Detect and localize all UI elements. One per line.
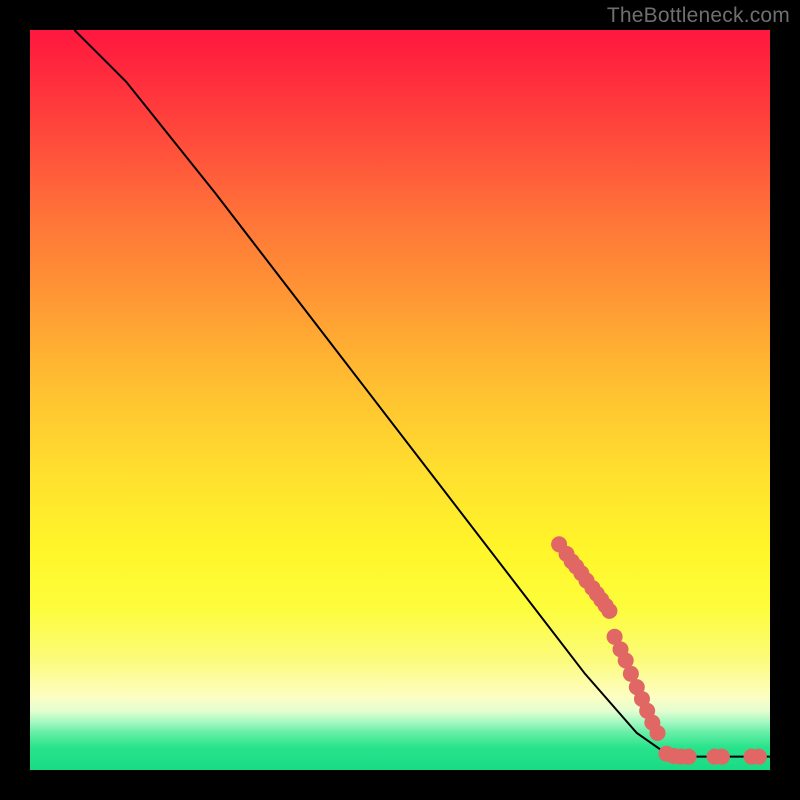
data-marker [650,725,666,741]
chart-frame: TheBottleneck.com [0,0,800,800]
data-marker [714,749,730,765]
data-marker [751,749,767,765]
chart-svg [30,30,770,770]
watermark-text: TheBottleneck.com [607,4,790,28]
bottleneck-curve [74,30,770,757]
data-marker [681,749,697,765]
plot-area [30,30,770,770]
data-marker [601,603,617,619]
